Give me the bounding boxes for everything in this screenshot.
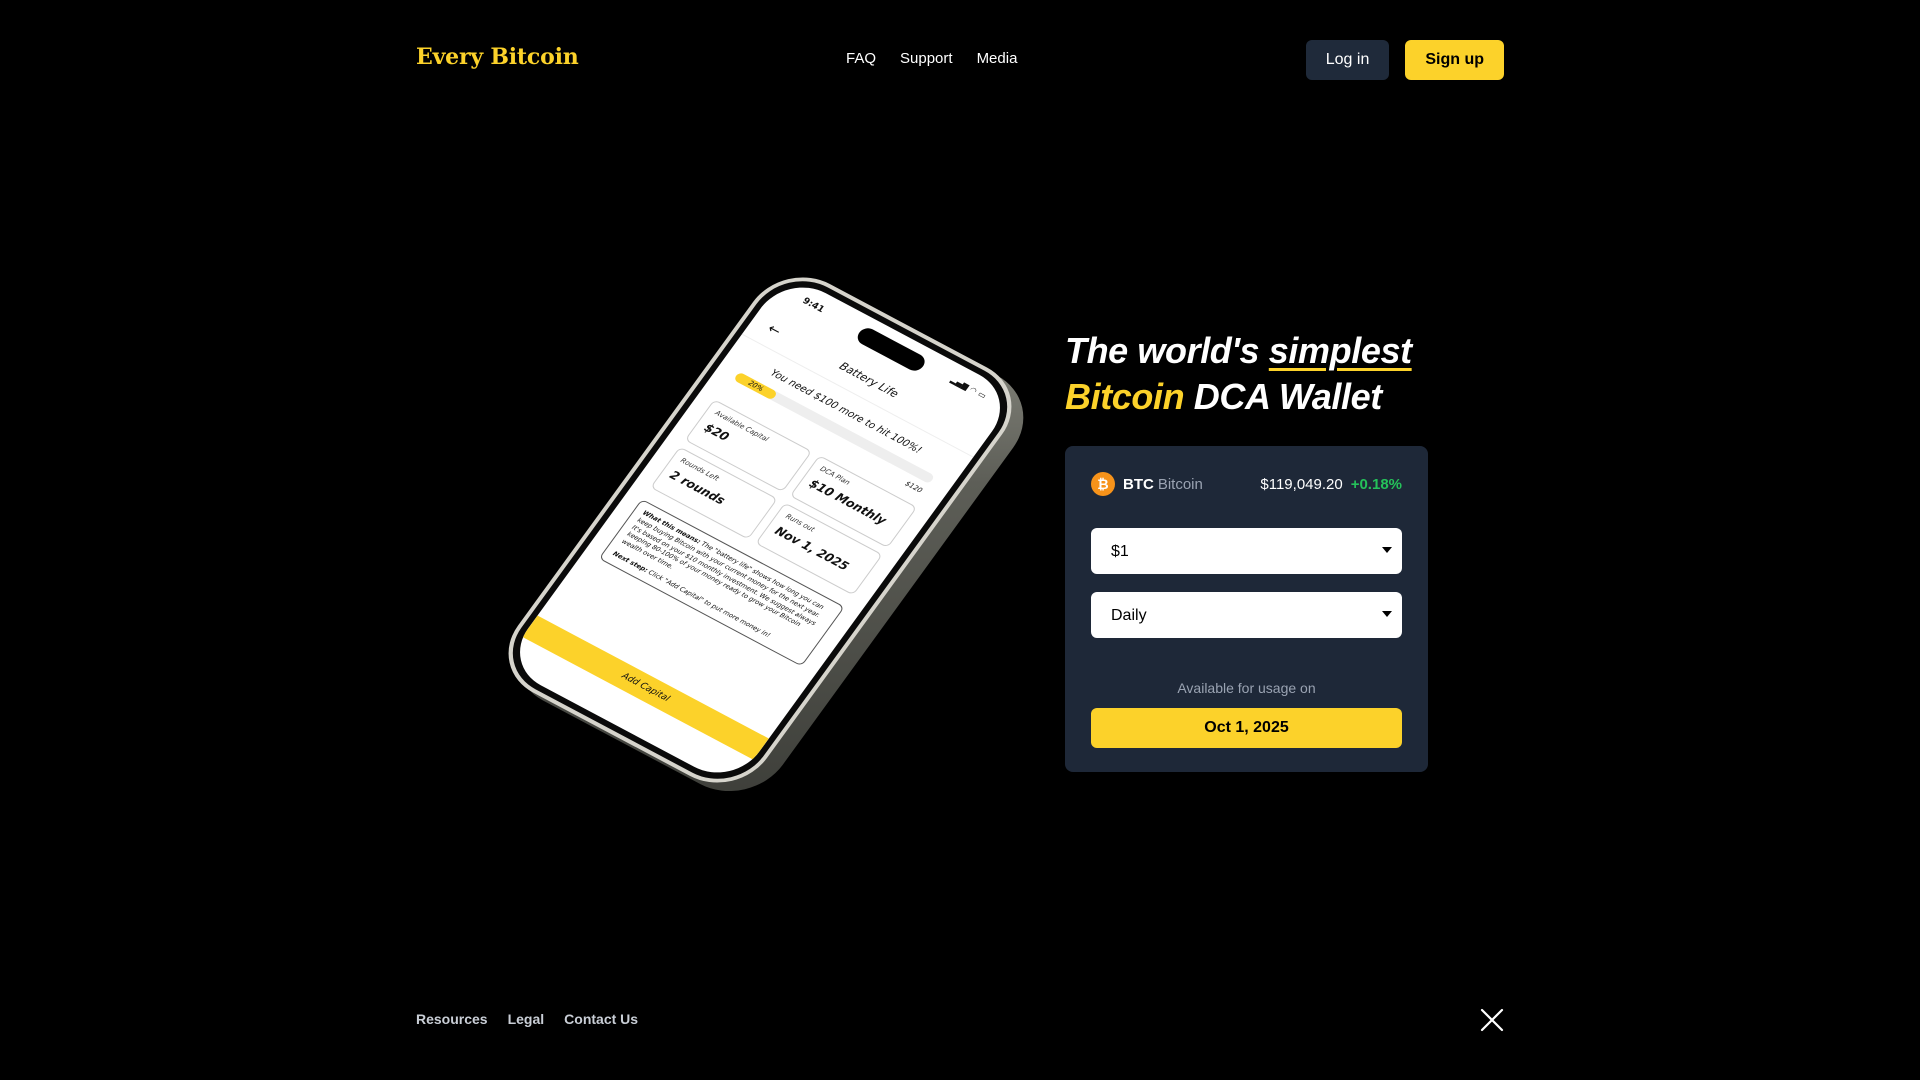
hero-bitcoin: Bitcoin: [1065, 376, 1185, 417]
available-label: Available for usage on: [1177, 680, 1316, 696]
asset-price: $119,049.20: [1260, 475, 1343, 493]
price-group: $119,049.20 +0.18%: [1260, 476, 1402, 493]
footer-links: Resources Legal Contact Us: [416, 1011, 638, 1027]
frequency-select-wrapper: Daily: [1091, 592, 1402, 638]
nav-faq[interactable]: FAQ: [846, 50, 876, 67]
nav-support[interactable]: Support: [900, 50, 953, 67]
add-capital-button: Add Capital: [522, 615, 769, 760]
status-time: 9:41: [800, 296, 826, 315]
price-change: +0.18%: [1350, 475, 1402, 493]
login-button[interactable]: Log in: [1305, 40, 1390, 80]
footer-contact[interactable]: Contact Us: [564, 1011, 638, 1027]
footer-resources[interactable]: Resources: [416, 1011, 488, 1027]
site-header: Every Bitcoin FAQ Support Media Log in S…: [416, 40, 1504, 80]
hero-emphasis: simplest: [1268, 330, 1412, 371]
screen-title: Battery Life: [836, 359, 902, 401]
bitcoin-icon: ₿: [1091, 472, 1115, 496]
status-icons: ▂▄▆ ◠ ▭: [949, 375, 988, 400]
signal-icon: ▂▄▆: [949, 375, 971, 392]
asset-ticker: BTC: [1123, 475, 1154, 493]
back-arrow-icon: ←: [764, 320, 784, 340]
phone-illustration: 9:41 ▂▄▆ ◠ ▭ ← Battery Life You need $10…: [487, 259, 1047, 811]
asset-row: ₿ BTC Bitcoin $119,049.20 +0.18%: [1091, 472, 1402, 496]
amount-select-wrapper: $1: [1091, 528, 1402, 574]
hero-prefix: The world's: [1065, 330, 1269, 371]
footer-legal[interactable]: Legal: [508, 1011, 545, 1027]
logo[interactable]: Every Bitcoin: [416, 44, 579, 70]
asset-name: Bitcoin: [1157, 475, 1203, 493]
availability-date-button[interactable]: Oct 1, 2025: [1091, 708, 1402, 748]
amount-select[interactable]: $1: [1091, 528, 1402, 574]
x-social-icon[interactable]: [1480, 1008, 1504, 1032]
main-nav: FAQ Support Media: [846, 50, 1017, 67]
hero-line-1: The world's simplest: [1065, 328, 1465, 374]
hero-headline: The world's simplest Bitcoin DCA Wallet: [1065, 328, 1465, 420]
progress-max: $120: [903, 479, 924, 495]
dca-card: ₿ BTC Bitcoin $119,049.20 +0.18% $1 Dail…: [1065, 446, 1428, 772]
auth-buttons: Log in Sign up: [1305, 40, 1504, 80]
frequency-select[interactable]: Daily: [1091, 592, 1402, 638]
hero-line-2: Bitcoin DCA Wallet: [1065, 374, 1465, 420]
signup-button[interactable]: Sign up: [1405, 40, 1504, 80]
nav-media[interactable]: Media: [977, 50, 1018, 67]
battery-icon: ▭: [976, 389, 989, 401]
hero-rest: DCA Wallet: [1184, 376, 1382, 417]
